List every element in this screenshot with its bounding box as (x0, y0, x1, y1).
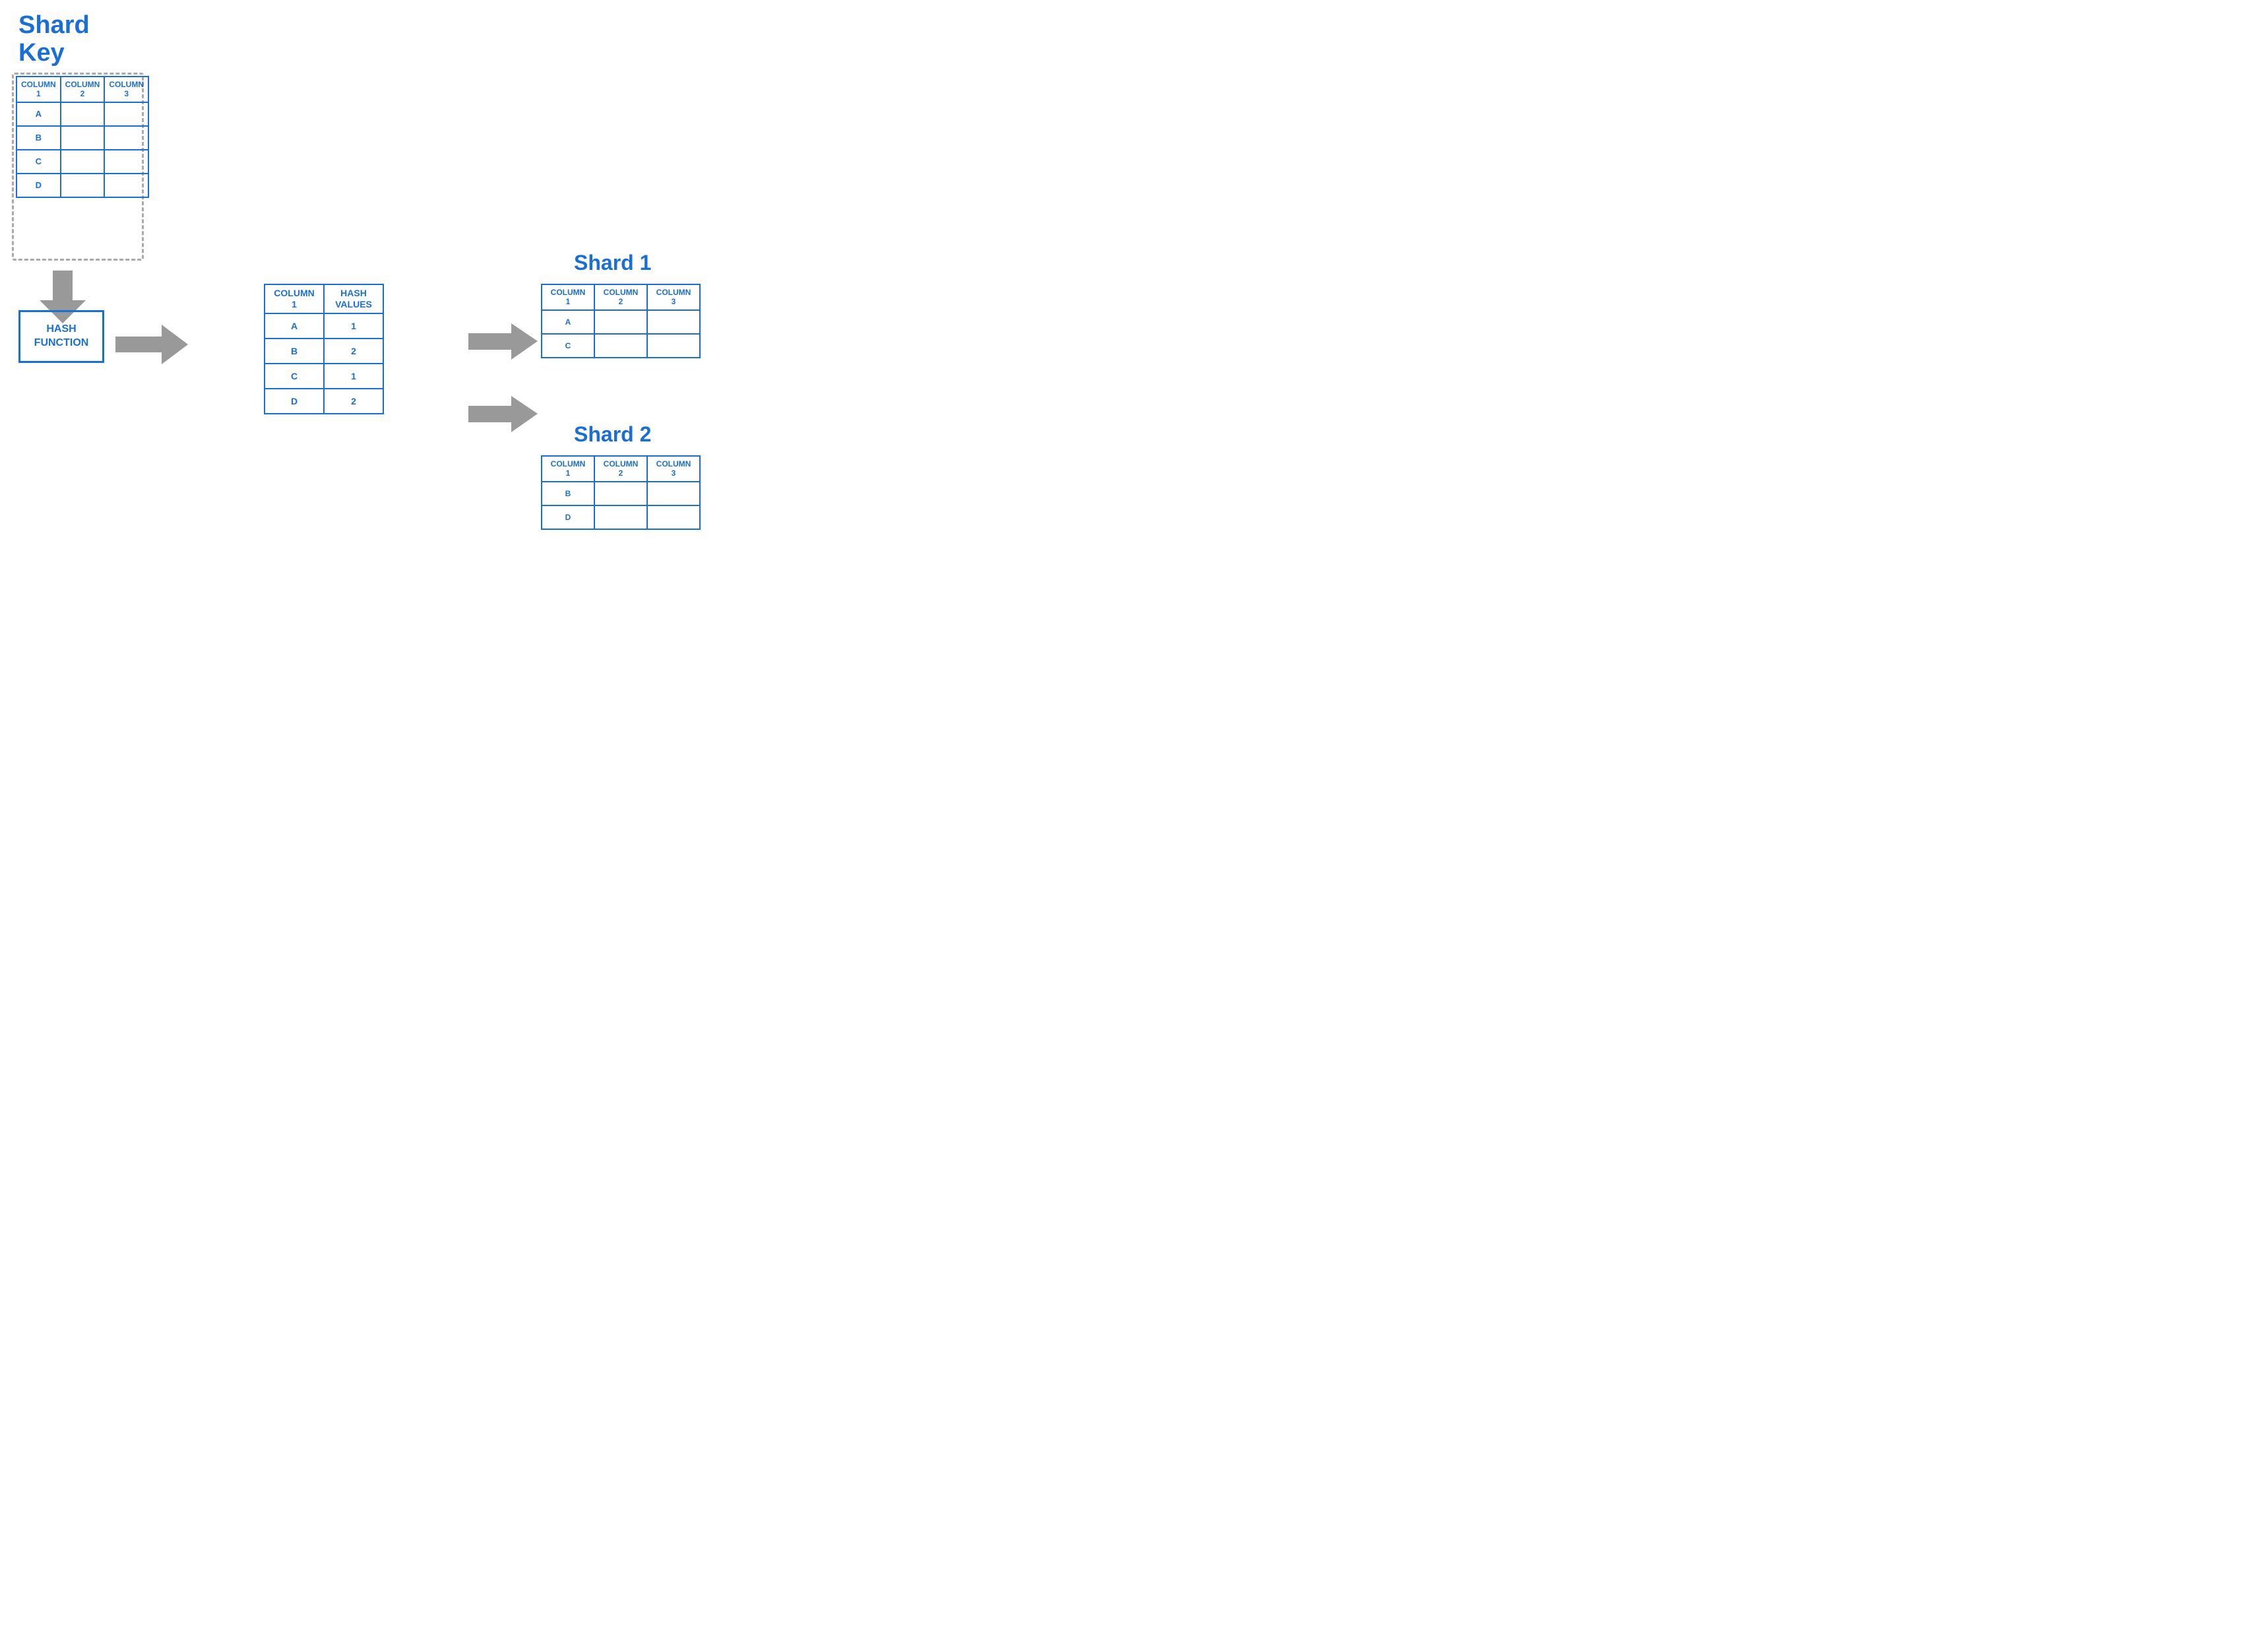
shard2-row-col2 (594, 505, 647, 529)
shard2-table-wrap: COLUMN1 COLUMN2 COLUMN3 BD (541, 455, 701, 530)
hash-row-col1: C (265, 364, 324, 389)
source-row-col1: D (16, 174, 61, 197)
source-table-wrap: COLUMN1 COLUMN2 COLUMN3 ABCD (16, 76, 149, 198)
source-col2-header: COLUMN2 (61, 77, 105, 102)
hash-table: COLUMN1 HASHVALUES A1B2C1D2 (264, 284, 384, 414)
shard1-col3-header: COLUMN3 (647, 284, 700, 310)
source-table-row: D (16, 174, 148, 197)
arrow-to-hash-table (115, 325, 188, 368)
hash-table-wrap: COLUMN1 HASHVALUES A1B2C1D2 (264, 284, 384, 414)
hash-row-value: 2 (324, 389, 383, 414)
hash-table-row: B2 (265, 339, 383, 364)
arrow-to-shard2 (468, 396, 538, 436)
shard1-table-wrap: COLUMN1 COLUMN2 COLUMN3 AC (541, 284, 701, 358)
shard2-table: COLUMN1 COLUMN2 COLUMN3 BD (541, 455, 701, 530)
shard1-row-col3 (647, 334, 700, 358)
shard1-table-row: A (542, 310, 700, 334)
shard2-table-row: D (542, 505, 700, 529)
source-row-col1: B (16, 126, 61, 150)
source-row-col2 (61, 126, 105, 150)
hash-values-header: HASHVALUES (324, 284, 383, 313)
shard-key-title: Shard Key (18, 12, 90, 67)
shard2-row-col1: D (542, 505, 594, 529)
source-row-col3 (104, 150, 148, 174)
shard2-row-col1: B (542, 482, 594, 505)
hash-table-row: D2 (265, 389, 383, 414)
source-table-row: C (16, 150, 148, 174)
shard1-row-col3 (647, 310, 700, 334)
source-row-col1: C (16, 150, 61, 174)
shard2-row-col3 (647, 505, 700, 529)
source-row-col3 (104, 126, 148, 150)
shard1-col2-header: COLUMN2 (594, 284, 647, 310)
shard2-row-col2 (594, 482, 647, 505)
hash-row-col1: D (265, 389, 324, 414)
hash-row-col1: A (265, 313, 324, 339)
shard2-col3-header: COLUMN3 (647, 456, 700, 482)
hash-row-col1: B (265, 339, 324, 364)
hash-row-value: 1 (324, 364, 383, 389)
source-row-col2 (61, 174, 105, 197)
source-row-col1: A (16, 102, 61, 126)
shard1-table: COLUMN1 COLUMN2 COLUMN3 AC (541, 284, 701, 358)
hash-function-label: HASH FUNCTION (34, 323, 89, 350)
hash-row-value: 1 (324, 313, 383, 339)
page-container: Shard Key COLUMN1 COLUMN2 COLUMN3 ABCD H… (0, 0, 792, 574)
shard2-row-col3 (647, 482, 700, 505)
hash-function-box: HASH FUNCTION (18, 310, 104, 363)
shard1-row-col1: A (542, 310, 594, 334)
shard2-title: Shard 2 (574, 422, 651, 447)
shard1-row-col2 (594, 334, 647, 358)
shard2-col1-header: COLUMN1 (542, 456, 594, 482)
arrow-to-shard1 (468, 323, 538, 363)
shard2-col2-header: COLUMN2 (594, 456, 647, 482)
hash-col1-header: COLUMN1 (265, 284, 324, 313)
source-row-col3 (104, 102, 148, 126)
source-row-col3 (104, 174, 148, 197)
shard1-row-col2 (594, 310, 647, 334)
shard1-table-row: C (542, 334, 700, 358)
source-table-row: A (16, 102, 148, 126)
source-row-col2 (61, 150, 105, 174)
hash-table-row: C1 (265, 364, 383, 389)
hash-table-row: A1 (265, 313, 383, 339)
source-row-col2 (61, 102, 105, 126)
source-col1-header: COLUMN1 (16, 77, 61, 102)
source-table-row: B (16, 126, 148, 150)
shard2-table-row: B (542, 482, 700, 505)
shard1-title: Shard 1 (574, 251, 651, 275)
source-col3-header: COLUMN3 (104, 77, 148, 102)
shard1-col1-header: COLUMN1 (542, 284, 594, 310)
shard1-row-col1: C (542, 334, 594, 358)
source-table: COLUMN1 COLUMN2 COLUMN3 ABCD (16, 76, 149, 198)
hash-row-value: 2 (324, 339, 383, 364)
